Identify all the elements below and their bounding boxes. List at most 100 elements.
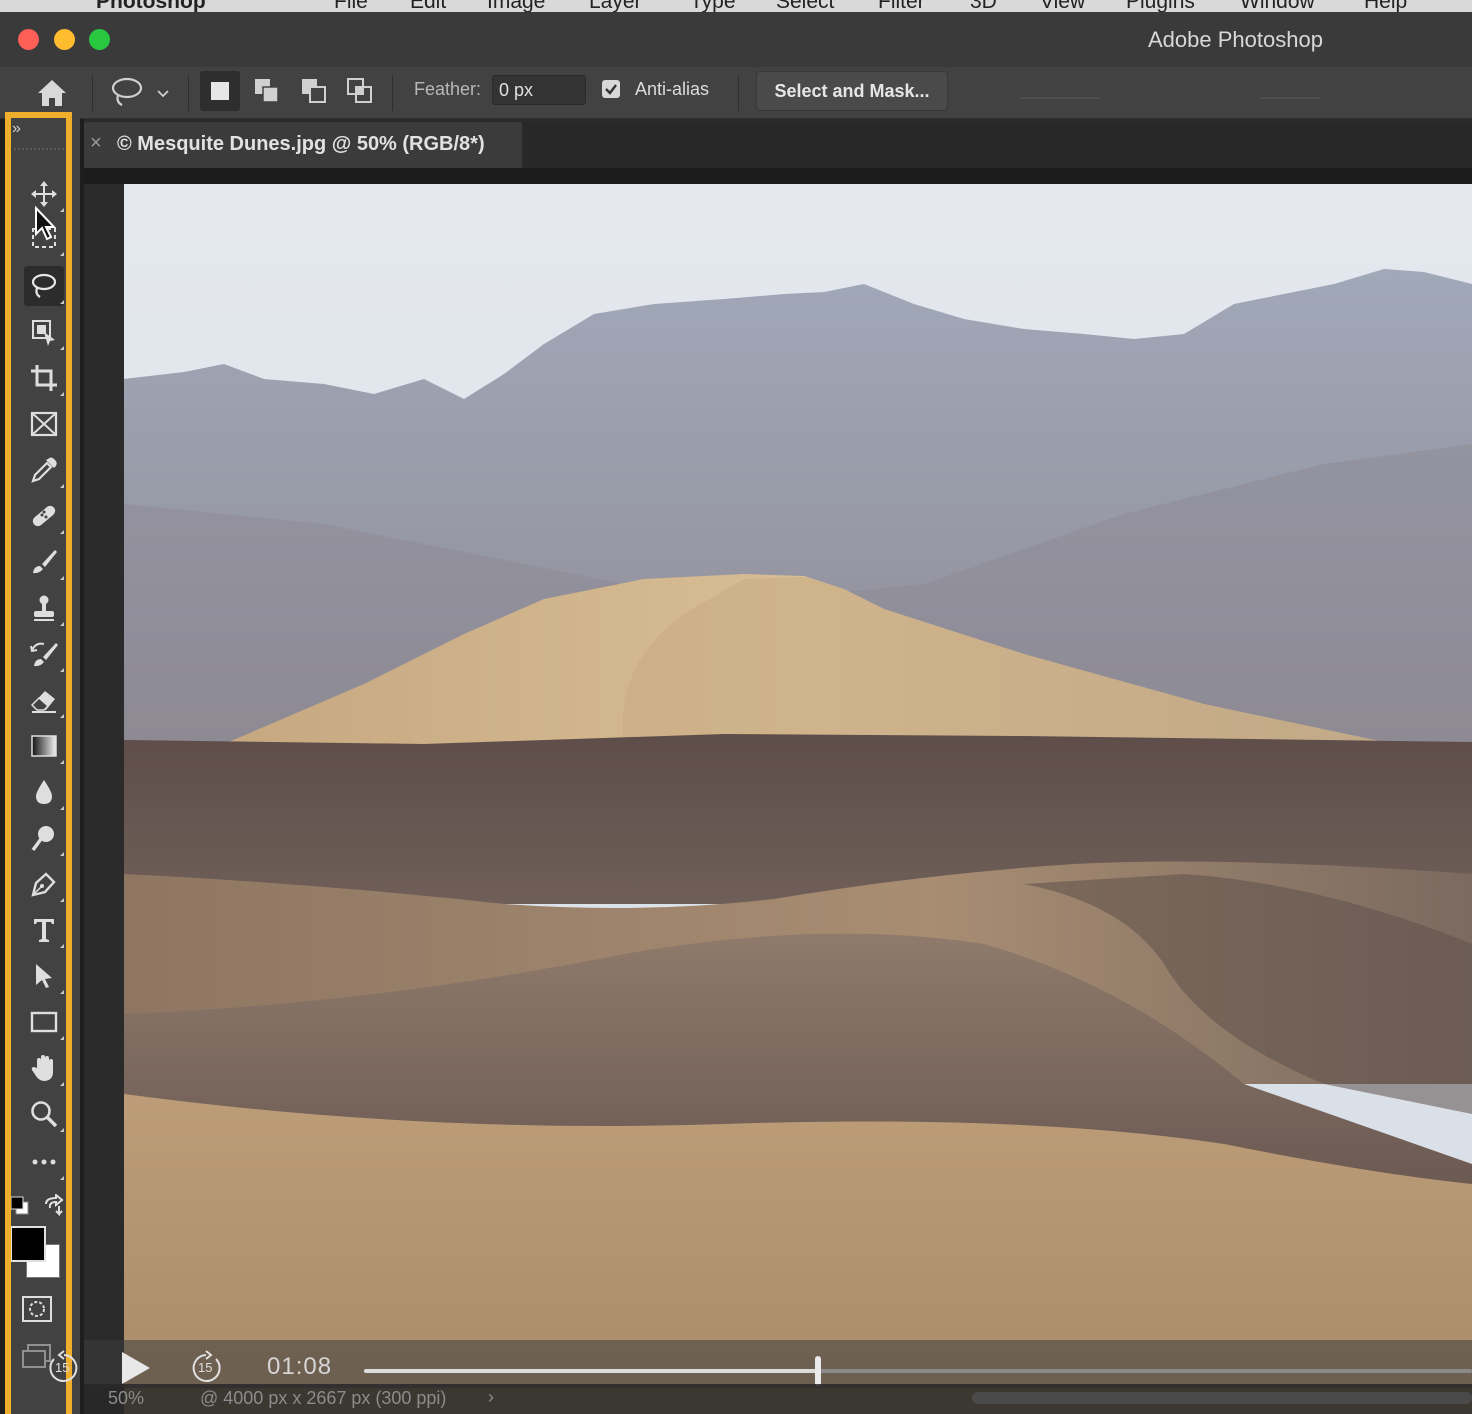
menu-help[interactable]: Help [1364,0,1407,12]
forward-15-button[interactable]: 15 [188,1350,224,1386]
document-tab-label: © Mesquite Dunes.jpg @ 50% (RGB/8*) [117,133,485,155]
menu-image[interactable]: Image [487,0,545,12]
swap-colors-button[interactable] [42,1192,66,1218]
faded-control [1260,97,1320,99]
tab-bar [522,122,1472,168]
object-selection-icon [32,320,55,346]
play-icon [122,1352,150,1384]
menu-layer[interactable]: Layer [589,0,642,12]
close-window-button[interactable] [18,29,39,50]
pen-tool[interactable] [24,864,64,904]
menu-window[interactable]: Window [1240,0,1315,12]
playback-scrubber[interactable] [815,1356,822,1386]
object-selection-tool[interactable] [24,312,64,352]
quick-mask-button[interactable] [20,1294,54,1324]
menu-filter[interactable]: Filter [878,0,925,12]
menu-plugins[interactable]: Plugins [1126,0,1195,12]
collapse-panel-icon[interactable]: » [12,120,21,138]
add-to-selection-icon[interactable] [253,77,281,105]
menu-3d[interactable]: 3D [970,0,997,12]
new-selection-icon [211,82,229,100]
zoom-level[interactable]: 50% [108,1388,144,1409]
dodge-tool[interactable] [24,818,64,858]
chevron-down-icon [157,90,169,98]
minimize-window-button[interactable] [54,29,75,50]
default-colors-icon [10,1196,29,1215]
menu-file[interactable]: File [334,0,368,12]
anti-alias-checkbox[interactable] [602,80,620,98]
brush-tool[interactable] [24,542,64,582]
type-tool[interactable] [24,910,64,950]
hand-tool[interactable] [24,1048,64,1088]
menu-view[interactable]: View [1040,0,1085,12]
arrow-pointer-icon [36,964,52,988]
blur-tool[interactable] [24,772,64,812]
foreground-color-swatch[interactable] [10,1226,46,1262]
default-colors-button[interactable] [10,1196,32,1216]
lasso-tool[interactable] [24,266,64,306]
play-button[interactable] [118,1348,154,1388]
gradient-tool[interactable] [24,726,64,766]
hand-icon [31,1055,53,1081]
clone-stamp-tool[interactable] [24,588,64,628]
tools-panel: » [6,118,80,1414]
stamp-icon [34,595,54,621]
crop-tool[interactable] [24,358,64,398]
lasso-icon [31,273,57,298]
document-dimensions: @ 4000 px x 2667 px (300 ppi) [200,1388,447,1408]
swap-arrow-icon [45,1192,64,1217]
type-icon [34,919,54,942]
menu-select[interactable]: Select [776,0,834,12]
crop-icon [31,365,57,391]
select-and-mask-button[interactable]: Select and Mask... [756,71,948,111]
healing-brush-tool[interactable] [24,496,64,536]
menu-edit[interactable]: Edit [410,0,446,12]
separator [92,75,93,111]
mac-menu-bar: Photoshop File Edit Image Layer Type Sel… [0,0,1472,12]
playback-time: 01:08 [267,1353,333,1380]
dodge-icon [31,826,54,852]
frame-tool[interactable] [24,404,64,444]
zoom-window-button[interactable] [89,29,110,50]
magnifier-icon [31,1101,58,1128]
new-selection-mode[interactable] [200,71,240,111]
history-brush-tool[interactable] [24,634,64,674]
mouse-cursor-icon [35,206,57,241]
frame-icon [30,411,58,437]
quick-mask-icon [22,1296,52,1322]
home-icon [38,80,66,106]
menu-type[interactable]: Type [690,0,736,12]
horizontal-scrollbar[interactable] [972,1392,1472,1404]
history-brush-icon [30,642,58,667]
panel-grip[interactable] [14,148,64,156]
status-menu-arrow-icon[interactable]: › [488,1387,494,1408]
home-button[interactable] [32,73,72,113]
forward-seconds: 15 [198,1360,213,1375]
canvas-margin [84,184,124,1414]
drop-icon [36,780,52,804]
rectangle-tool[interactable] [24,1002,64,1042]
more-icon [32,1159,56,1165]
zoom-tool[interactable] [24,1094,64,1134]
anti-alias-label: Anti-alias [635,79,710,99]
intersect-selection-icon[interactable] [346,77,374,105]
options-bar: Feather: Anti-alias Select and Mask... [0,67,1472,119]
pen-icon [31,872,56,897]
document-canvas-image[interactable] [124,184,1472,1414]
rewind-seconds: 15 [55,1360,70,1375]
playback-progress-bar[interactable] [364,1356,1472,1386]
eraser-icon [30,691,56,713]
close-tab-icon[interactable]: × [90,132,102,155]
separator [738,75,739,111]
tool-preset-picker[interactable] [108,75,174,109]
edit-toolbar-button[interactable] [24,1142,64,1182]
subtract-from-selection-icon[interactable] [300,77,328,105]
rewind-15-button[interactable]: 15 [46,1350,82,1386]
feather-input[interactable] [492,75,586,105]
eyedropper-tool[interactable] [24,450,64,490]
eraser-tool[interactable] [24,680,64,720]
document-tab[interactable]: × © Mesquite Dunes.jpg @ 50% (RGB/8*) [84,122,522,168]
path-selection-tool[interactable] [24,956,64,996]
rectangle-icon [30,1011,58,1033]
menu-app[interactable]: Photoshop [96,0,206,12]
